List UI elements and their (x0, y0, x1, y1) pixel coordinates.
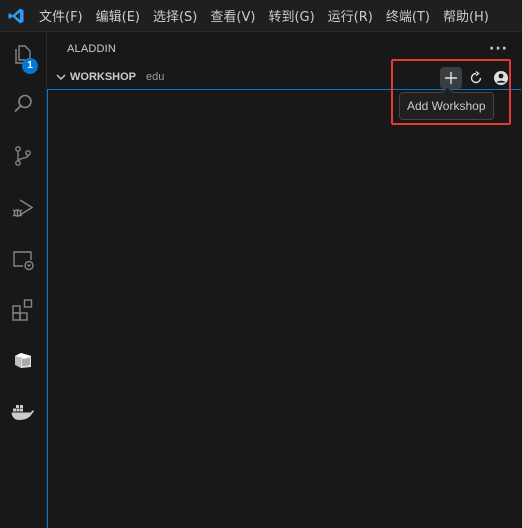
menu-selection[interactable]: 选择(S) (153, 6, 197, 25)
section-title: WORKSHOP (70, 71, 136, 83)
workshop-section-header[interactable]: WORKSHOP edu (47, 66, 522, 89)
search-icon[interactable] (0, 84, 46, 124)
section-description: edu (146, 71, 165, 83)
menu-help[interactable]: 帮助(H) (443, 6, 489, 25)
chevron-down-icon (53, 69, 69, 85)
menu-terminal[interactable]: 终端(T) (386, 6, 430, 25)
account-button[interactable] (490, 67, 512, 89)
add-workshop-tooltip: Add Workshop (399, 86, 494, 120)
menu-bar: 文件(F) 编辑(E) 选择(S) 查看(V) 转到(G) 运行(R) 终端(T… (0, 0, 522, 32)
explorer-icon[interactable]: 1 (0, 34, 46, 74)
docker-icon[interactable] (0, 392, 46, 432)
more-actions-button[interactable]: ··· (489, 41, 508, 57)
refresh-button[interactable] (465, 67, 487, 89)
remote-explorer-icon[interactable] (0, 240, 46, 280)
menu-go[interactable]: 转到(G) (268, 6, 314, 25)
explorer-badge: 1 (22, 58, 38, 74)
menu-run[interactable]: 运行(R) (328, 6, 373, 25)
refresh-icon (470, 70, 482, 84)
sidebar-header: ALADDIN ··· (47, 32, 522, 66)
menu-edit[interactable]: 编辑(E) (96, 6, 140, 25)
vscode-logo-icon (7, 7, 25, 25)
tooltip-text: Add Workshop (407, 99, 486, 113)
section-actions (437, 67, 512, 89)
activity-bar: 1 (0, 32, 47, 528)
run-debug-icon[interactable] (0, 188, 46, 228)
add-icon (445, 72, 457, 84)
sidebar-title: ALADDIN (67, 43, 117, 55)
extensions-icon[interactable] (0, 290, 46, 330)
sidebar: ALADDIN ··· WORKSHOP edu Add Workshop (47, 32, 522, 528)
source-control-icon[interactable] (0, 136, 46, 176)
account-icon (494, 71, 508, 85)
menu-file[interactable]: 文件(F) (39, 6, 83, 25)
workshop-tree-view[interactable] (47, 89, 521, 528)
menu-view[interactable]: 查看(V) (210, 6, 255, 25)
add-workshop-button[interactable] (440, 67, 462, 89)
aladdin-icon[interactable] (0, 340, 46, 380)
